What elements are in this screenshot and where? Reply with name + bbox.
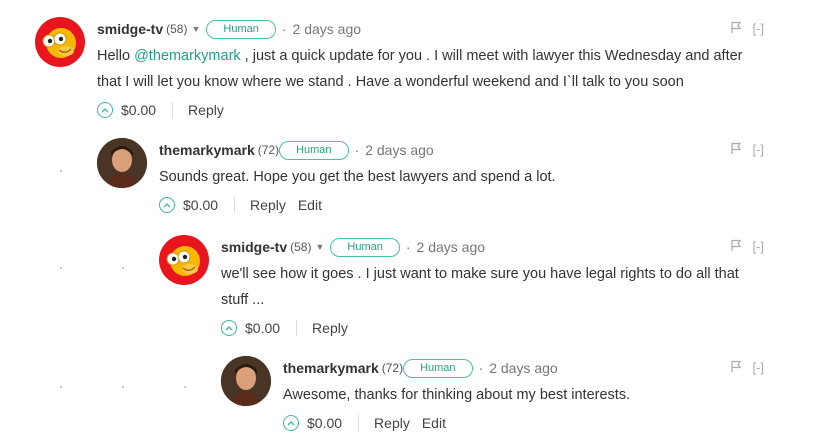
- thread-indent-dot: [60, 170, 62, 172]
- author-name[interactable]: smidge-tv: [221, 239, 287, 255]
- comment-thread: { "comments": [ { "author": "smidge-tv",…: [0, 0, 814, 440]
- thread-indent-dot: [60, 386, 62, 388]
- divider: [358, 415, 360, 431]
- comment-text: Sounds great. Hope you get the best lawy…: [159, 169, 556, 185]
- upvote-icon[interactable]: [283, 415, 299, 431]
- reply-button[interactable]: Reply: [250, 197, 286, 213]
- reputation-score: (58): [290, 240, 312, 254]
- caret-down-icon[interactable]: ▼: [315, 242, 324, 252]
- divider: [234, 197, 236, 213]
- upvote-icon[interactable]: [221, 320, 237, 336]
- reply-button[interactable]: Reply: [374, 415, 410, 431]
- thread-indent-dot: [60, 267, 62, 269]
- reputation-score: (58): [166, 22, 188, 36]
- author-name[interactable]: smidge-tv: [97, 21, 163, 37]
- upvote-icon[interactable]: [159, 197, 175, 213]
- flag-icon[interactable]: [730, 142, 742, 155]
- human-badge: Human: [330, 237, 400, 257]
- edit-button[interactable]: Edit: [422, 415, 446, 431]
- human-badge: Human: [279, 140, 349, 160]
- reply-button[interactable]: Reply: [312, 320, 348, 336]
- separator-dot: ·: [354, 142, 360, 158]
- comment-text-start: Hello: [97, 48, 135, 64]
- avatar[interactable]: [97, 138, 147, 188]
- comment: smidge-tv (58) ▼ Human · 2 days ago [-] …: [159, 235, 764, 336]
- upvote-icon[interactable]: [97, 102, 113, 118]
- collapse-toggle[interactable]: [-]: [752, 142, 764, 157]
- separator-dot: ·: [478, 360, 484, 376]
- payout-value[interactable]: $0.00: [307, 415, 342, 431]
- caret-down-icon[interactable]: ▼: [191, 24, 200, 34]
- flag-icon[interactable]: [730, 360, 742, 373]
- avatar[interactable]: [159, 235, 209, 285]
- timestamp[interactable]: 2 days ago: [293, 21, 362, 37]
- author-name[interactable]: themarkymark: [159, 142, 255, 158]
- edit-button[interactable]: Edit: [298, 197, 322, 213]
- divider: [172, 102, 174, 118]
- payout-value[interactable]: $0.00: [245, 320, 280, 336]
- thread-indent-dot: [184, 386, 186, 388]
- comment-text: Awesome, thanks for thinking about my be…: [283, 387, 631, 403]
- flag-icon[interactable]: [730, 21, 742, 34]
- comment-text: we'll see how it goes . I just want to m…: [221, 266, 739, 308]
- collapse-toggle[interactable]: [-]: [752, 360, 764, 375]
- user-mention[interactable]: @themarkymark: [134, 48, 241, 64]
- flag-icon[interactable]: [730, 239, 742, 252]
- collapse-toggle[interactable]: [-]: [752, 239, 764, 254]
- comment-text: Hello @themarkymark , just a quick updat…: [97, 43, 764, 95]
- separator-dot: ·: [405, 239, 411, 255]
- comment: themarkymark (72) Human · 2 days ago [-]…: [97, 138, 764, 218]
- separator-dot: ·: [281, 21, 287, 37]
- reputation-score: (72): [381, 361, 404, 375]
- timestamp[interactable]: 2 days ago: [417, 239, 486, 255]
- timestamp[interactable]: 2 days ago: [489, 360, 558, 376]
- human-badge: Human: [206, 19, 276, 39]
- payout-value[interactable]: $0.00: [121, 102, 156, 118]
- comment: themarkymark (72) Human · 2 days ago [-]…: [221, 356, 764, 436]
- thread-indent-dot: [122, 386, 124, 388]
- reputation-score: (72): [257, 143, 280, 157]
- human-badge: Human: [403, 358, 473, 378]
- comment: smidge-tv (58) ▼ Human · 2 days ago [-] …: [35, 17, 764, 127]
- divider: [296, 320, 298, 336]
- reply-button[interactable]: Reply: [188, 102, 224, 118]
- payout-value[interactable]: $0.00: [183, 197, 218, 213]
- avatar[interactable]: [35, 17, 85, 67]
- avatar[interactable]: [221, 356, 271, 406]
- timestamp[interactable]: 2 days ago: [365, 142, 434, 158]
- collapse-toggle[interactable]: [-]: [752, 21, 764, 36]
- author-name[interactable]: themarkymark: [283, 360, 379, 376]
- thread-indent-dot: [122, 267, 124, 269]
